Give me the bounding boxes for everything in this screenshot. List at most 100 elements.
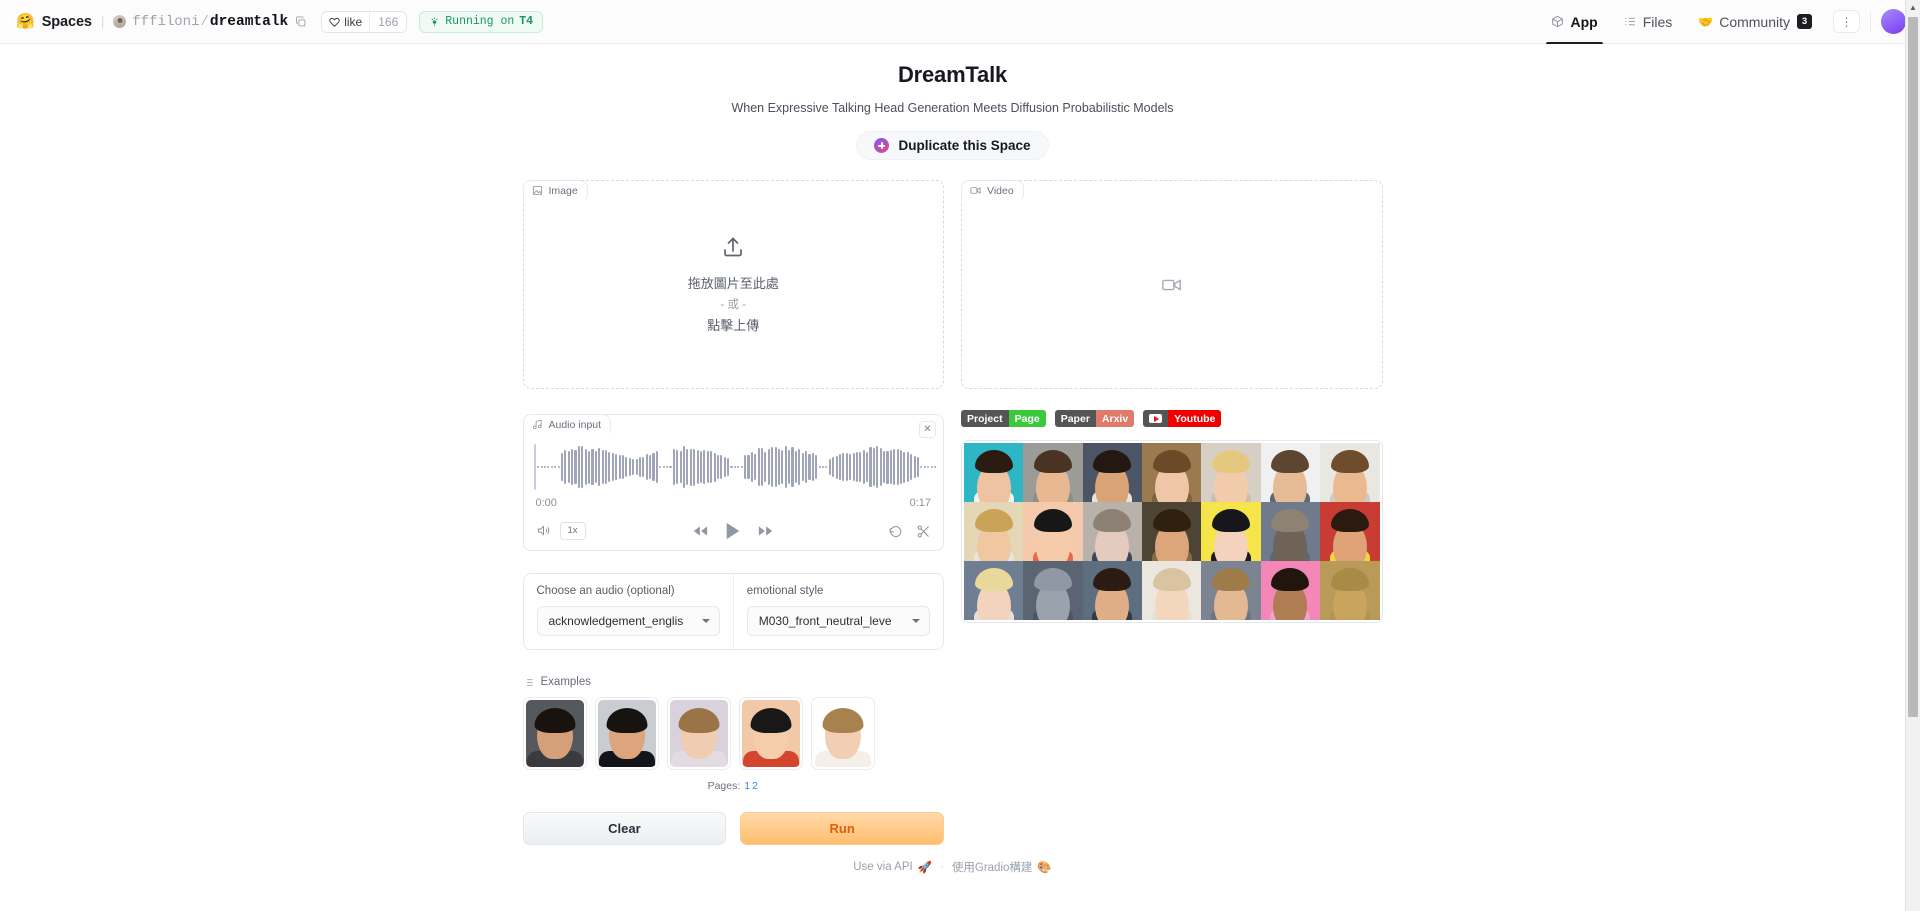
badge-youtube[interactable]: Youtube bbox=[1143, 410, 1222, 427]
tab-community-label: Community bbox=[1719, 13, 1790, 30]
audio-waveform[interactable] bbox=[524, 441, 944, 493]
badge-paper-arxiv[interactable]: Paper Arxiv bbox=[1054, 410, 1135, 427]
use-via-api-link[interactable]: Use via API 🚀 bbox=[853, 860, 932, 874]
face-thumbnail bbox=[1201, 443, 1261, 502]
duplicate-row: Duplicate this Space bbox=[523, 131, 1383, 160]
badge-project-right: Page bbox=[1008, 410, 1046, 427]
like-button[interactable]: like bbox=[322, 12, 369, 32]
example-thumbnail[interactable] bbox=[810, 697, 875, 770]
face-thumbnail bbox=[1320, 443, 1380, 502]
page-link-1[interactable]: 1 bbox=[744, 780, 750, 792]
page-scrollbar[interactable]: ▲ bbox=[1905, 0, 1920, 911]
user-avatar[interactable] bbox=[1881, 9, 1906, 34]
badge-project-page[interactable]: Project Page bbox=[961, 410, 1046, 427]
image-icon bbox=[532, 185, 542, 196]
image-panel-tab: Image bbox=[522, 180, 588, 201]
tab-app-label: App bbox=[1570, 13, 1598, 30]
app-container: DreamTalk When Expressive Talking Head G… bbox=[522, 44, 1383, 899]
clear-button[interactable]: Clear bbox=[522, 812, 727, 845]
three-dots-icon[interactable]: ⋮ bbox=[1833, 10, 1860, 33]
audio-controls-left: 1x bbox=[536, 522, 586, 540]
tab-app[interactable]: App bbox=[1538, 0, 1610, 44]
header-divider: | bbox=[100, 14, 105, 29]
face-thumbnail bbox=[1320, 502, 1380, 561]
example-thumbnail[interactable] bbox=[666, 697, 731, 770]
playback-speed-button[interactable]: 1x bbox=[559, 522, 586, 540]
app-iframe-content: DreamTalk When Expressive Talking Head G… bbox=[0, 44, 1905, 911]
music-note-icon bbox=[532, 419, 542, 430]
volume-icon[interactable] bbox=[536, 523, 551, 538]
audio-total-time: 0:17 bbox=[909, 497, 931, 509]
play-icon[interactable] bbox=[726, 522, 741, 540]
tab-community[interactable]: 🤝 Community 3 bbox=[1685, 0, 1825, 44]
face-thumbnail bbox=[1082, 443, 1143, 502]
faces-showcase-image bbox=[961, 440, 1383, 623]
audio-select-label: Choose an audio (optional) bbox=[536, 585, 675, 597]
scissors-icon[interactable] bbox=[916, 524, 931, 539]
face-thumbnail bbox=[964, 502, 1024, 561]
runtime-label: Running on bbox=[445, 15, 515, 28]
face-thumbnail bbox=[1260, 443, 1321, 502]
image-panel-label: Image bbox=[548, 184, 578, 197]
heart-icon bbox=[329, 17, 340, 27]
copy-icon[interactable] bbox=[295, 15, 307, 28]
rewind-icon[interactable] bbox=[693, 525, 709, 537]
undo-icon[interactable] bbox=[888, 524, 903, 539]
scrollbar-thumb[interactable] bbox=[1908, 17, 1918, 717]
face-thumbnail bbox=[1142, 443, 1202, 502]
rocket-icon: 🚀 bbox=[917, 862, 933, 874]
fast-forward-icon[interactable] bbox=[758, 525, 774, 537]
examples-thumbnails bbox=[522, 697, 945, 770]
image-dropzone[interactable]: 拖放圖片至此處 - 或 - 點擊上傳 bbox=[524, 181, 944, 388]
example-thumbnail[interactable] bbox=[522, 697, 587, 770]
face-thumbnail bbox=[1142, 502, 1202, 561]
community-icon: 🤝 bbox=[1698, 14, 1714, 29]
built-with-gradio-link[interactable]: 使用Gradio構建 🎨 bbox=[952, 859, 1052, 875]
face-thumbnail bbox=[964, 561, 1024, 620]
audio-time-row: 0:00 0:17 bbox=[524, 497, 944, 509]
audio-transport-controls bbox=[693, 522, 774, 540]
faces-grid bbox=[964, 443, 1380, 620]
emotional-style-value: M030_front_neutral_leve bbox=[758, 614, 892, 628]
duplicate-plus-icon bbox=[874, 138, 890, 153]
audio-input-panel: Audio input ✕ 0:00 0:17 1x bbox=[522, 414, 944, 551]
audio-panel-tab: Audio input bbox=[522, 414, 612, 435]
video-icon bbox=[970, 187, 981, 194]
examples-label: Examples bbox=[540, 676, 592, 688]
tab-files-label: Files bbox=[1642, 13, 1673, 30]
image-upload-panel[interactable]: Image 拖放圖片至此處 - 或 - 點擊上傳 bbox=[522, 180, 944, 389]
spaces-link[interactable]: Spaces bbox=[42, 14, 92, 30]
header-right-nav: App Files 🤝 Community 3 ⋮ bbox=[1538, 0, 1906, 44]
page-link-2[interactable]: 2 bbox=[752, 780, 758, 792]
built-with-gradio-label: 使用Gradio構建 bbox=[951, 862, 1033, 874]
face-thumbnail bbox=[1201, 502, 1261, 561]
close-icon[interactable]: ✕ bbox=[919, 421, 936, 438]
audio-current-time: 0:00 bbox=[535, 497, 557, 509]
like-group: like 166 bbox=[321, 10, 408, 33]
scroll-up-arrow[interactable]: ▲ bbox=[1906, 0, 1920, 15]
footer-separator: · bbox=[940, 861, 944, 873]
audio-select-dropdown[interactable]: acknowledgement_englis bbox=[536, 606, 720, 636]
repo-name-link[interactable]: dreamtalk bbox=[210, 14, 288, 30]
files-icon bbox=[1624, 17, 1635, 26]
example-thumbnail[interactable] bbox=[594, 697, 659, 770]
face-thumbnail bbox=[1023, 561, 1083, 620]
image-click-upload-text: 點擊上傳 bbox=[707, 317, 760, 333]
tab-files[interactable]: Files bbox=[1611, 0, 1686, 44]
examples-pagination: Pages: 12 bbox=[523, 780, 945, 792]
emotional-style-dropdown[interactable]: M030_front_neutral_leve bbox=[746, 606, 930, 636]
repo-owner-link[interactable]: fffiloni bbox=[132, 14, 199, 30]
example-thumbnail[interactable] bbox=[738, 697, 803, 770]
audio-controls: 1x bbox=[524, 520, 944, 542]
run-button[interactable]: Run bbox=[740, 812, 944, 845]
use-via-api-label: Use via API bbox=[853, 861, 913, 873]
header-left-group: 🤗 Spaces | fffiloni / dreamtalk like 166 bbox=[16, 10, 1538, 33]
page-subtitle: When Expressive Talking Head Generation … bbox=[731, 101, 1174, 115]
action-buttons: Clear Run bbox=[522, 812, 944, 845]
face-thumbnail bbox=[1260, 561, 1321, 620]
duplicate-space-button[interactable]: Duplicate this Space bbox=[856, 131, 1049, 160]
badge-paper-left: Paper bbox=[1054, 410, 1096, 427]
face-thumbnail bbox=[964, 443, 1024, 502]
gradio-footer: Use via API 🚀 · 使用Gradio構建 🎨 bbox=[523, 859, 1383, 899]
owner-avatar bbox=[113, 15, 127, 28]
